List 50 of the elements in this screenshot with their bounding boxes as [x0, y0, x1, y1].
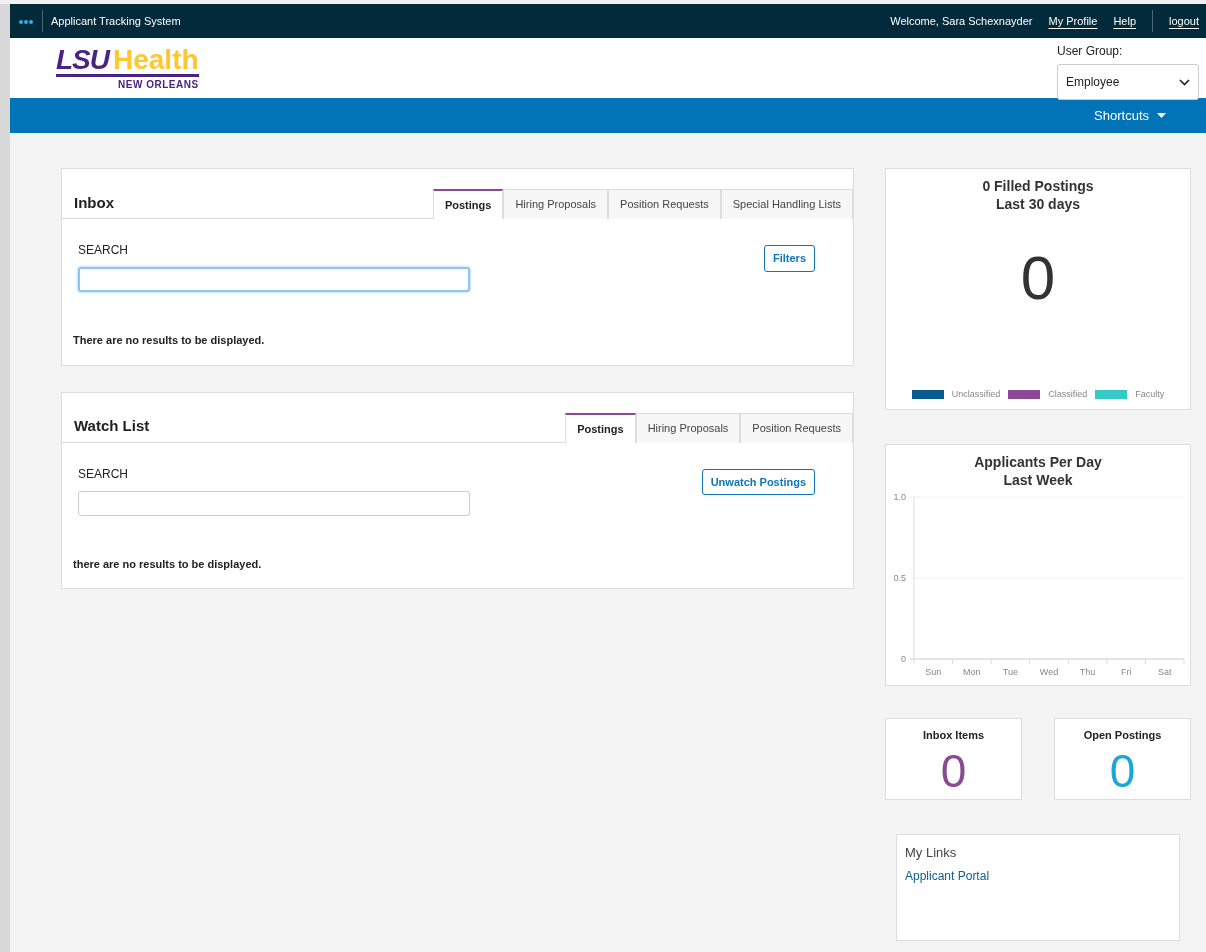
- x-tick-label: Fri: [1120, 667, 1132, 678]
- legend-label: Unclassified: [951, 387, 1001, 401]
- search-label: SEARCH: [78, 242, 129, 259]
- panel-tab[interactable]: Special Handling Lists: [720, 189, 853, 219]
- y-tick-label: 1.0: [893, 492, 906, 503]
- widget-title: 0 Filled Postings: [982, 177, 1094, 196]
- shortcuts-menu[interactable]: Shortcuts: [1093, 104, 1167, 127]
- panel-tab[interactable]: Postings: [565, 412, 636, 443]
- header-link[interactable]: Help: [1113, 12, 1136, 30]
- panel-tab[interactable]: Postings: [432, 189, 504, 219]
- stat-value: 0: [940, 747, 967, 794]
- widget-subtitle: Last 30 days: [995, 195, 1081, 214]
- search-field[interactable]: [78, 267, 470, 292]
- panel-title: Watch List: [73, 416, 150, 436]
- user-group-select[interactable]: Employee: [1057, 64, 1199, 100]
- search-field[interactable]: [78, 490, 470, 516]
- links-title: My Links: [905, 844, 958, 862]
- caret-icon: [1157, 113, 1166, 118]
- empty-message: there are no results to be displayed.: [72, 556, 263, 572]
- panel-tab[interactable]: Position Requests: [608, 189, 721, 219]
- stat-label: Open Postings: [1083, 728, 1162, 743]
- welcome-text: Welcome, Sara Schexnayder: [890, 13, 1033, 29]
- header-link[interactable]: logout: [1169, 12, 1199, 30]
- x-tick-label: Wed: [1039, 667, 1059, 678]
- chart-title: Applicants Per Day Last Week: [973, 453, 1103, 490]
- panel-action-button[interactable]: Filters: [764, 245, 815, 272]
- user-group-label: User Group:: [1057, 43, 1124, 60]
- y-tick-label: 0.5: [893, 573, 906, 584]
- x-tick-label: Mon: [963, 667, 981, 678]
- x-tick-label: Sun: [925, 667, 942, 678]
- header-link[interactable]: My Profile: [1048, 12, 1098, 30]
- panel-tab[interactable]: Hiring Proposals: [503, 189, 609, 219]
- applicant-portal-link[interactable]: Applicant Portal: [905, 866, 1171, 885]
- count-value: 0: [1020, 247, 1056, 310]
- logo: LSUHealth NEW ORLEANS: [56, 46, 199, 92]
- legend-label: Classified: [1048, 387, 1088, 401]
- search-label: SEARCH: [78, 465, 129, 483]
- panel-title: Inbox: [73, 192, 114, 213]
- empty-message: There are no results to be displayed.: [72, 333, 266, 348]
- x-tick-label: Sat: [1157, 667, 1172, 678]
- x-tick-label: Thu: [1079, 667, 1096, 678]
- panel-tab[interactable]: Position Requests: [740, 412, 853, 443]
- app-title: Applicant Tracking System: [51, 13, 181, 29]
- panel-action-button[interactable]: Unwatch Postings: [701, 468, 815, 495]
- legend-label: Faculty: [1135, 387, 1165, 401]
- stat-label: Inbox Items: [922, 728, 985, 743]
- panel-tab[interactable]: Hiring Proposals: [635, 412, 741, 443]
- x-tick-label: Tue: [1002, 667, 1018, 678]
- y-tick-label: 0: [901, 654, 906, 665]
- stat-value: 0: [1109, 747, 1136, 794]
